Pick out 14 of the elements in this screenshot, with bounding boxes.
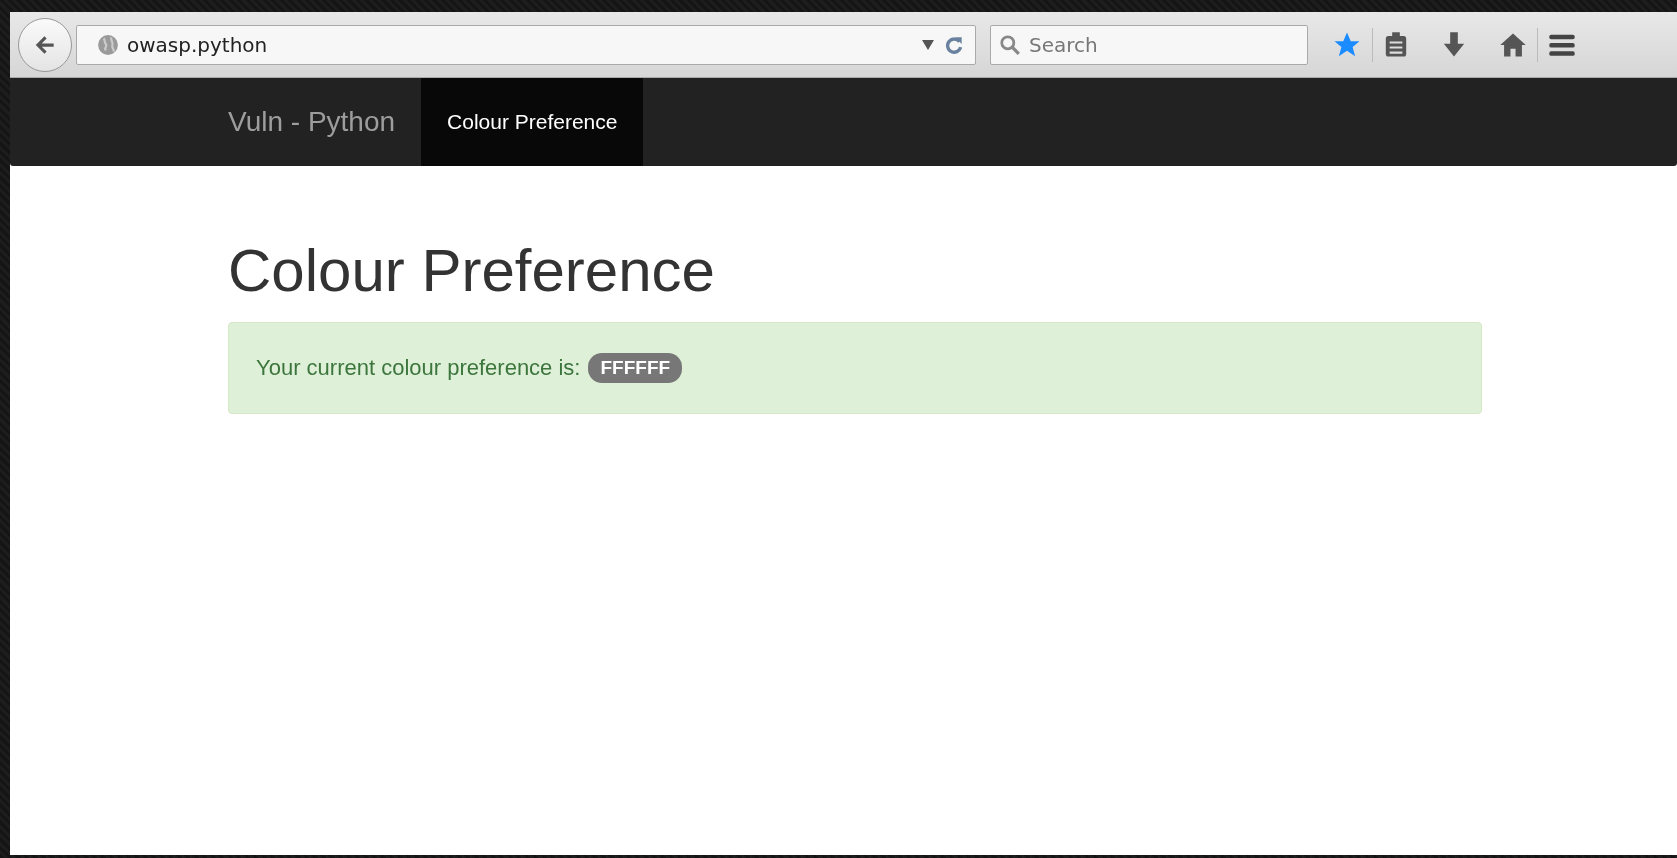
search-icon	[999, 33, 1021, 56]
url-text: owasp.python	[127, 32, 268, 57]
page-heading: Colour Preference	[228, 238, 716, 304]
back-button[interactable]	[18, 17, 72, 72]
download-icon[interactable]	[1441, 30, 1467, 59]
clipboard-list-icon[interactable]	[1383, 30, 1409, 59]
alert-message: Your current colour preference is:	[256, 355, 581, 381]
globe-icon	[97, 33, 119, 56]
dropdown-triangle-icon[interactable]	[921, 38, 935, 51]
address-bar[interactable]: owasp.python	[76, 24, 976, 65]
nav-link[interactable]: Colour Preference	[421, 78, 644, 166]
brand-link[interactable]: Vuln - Python	[218, 78, 422, 166]
colour-badge: FFFFFF	[588, 353, 683, 383]
search-field[interactable]: Search	[990, 24, 1308, 65]
